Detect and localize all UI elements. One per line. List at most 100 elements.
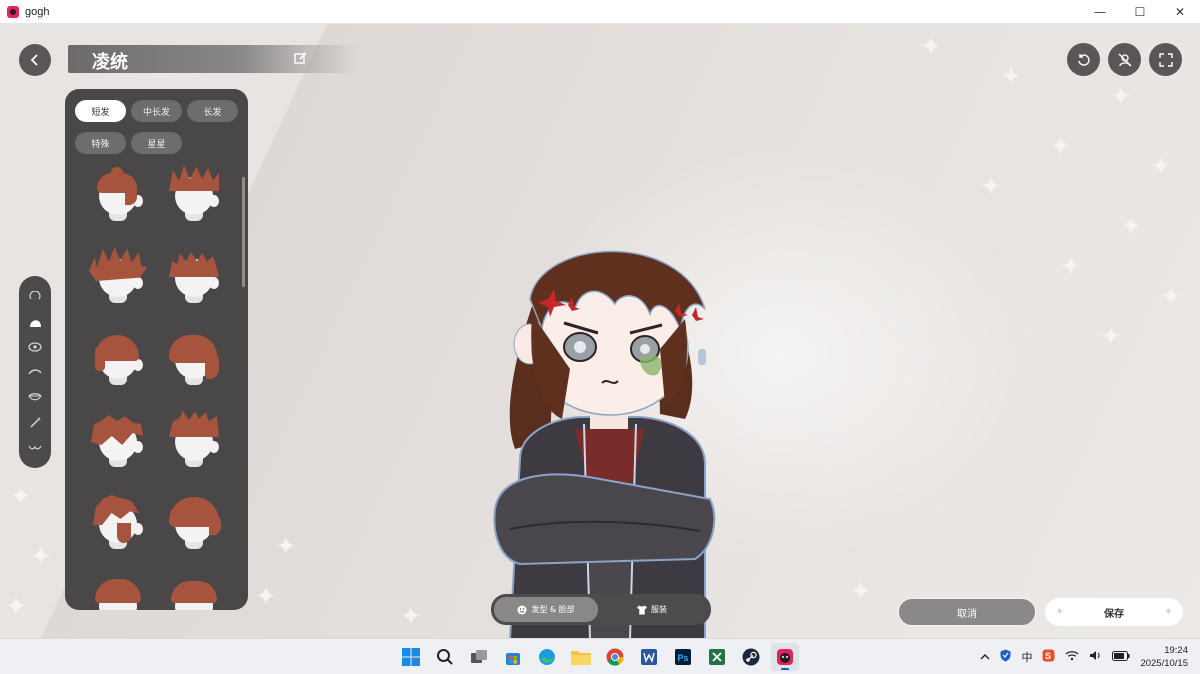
mouth-icon[interactable] (26, 388, 44, 406)
back-button[interactable] (19, 44, 51, 76)
windows-taskbar: Ps 中 S 19:24 2025/10/15 (0, 638, 1200, 674)
hairstyle-grid (81, 159, 233, 610)
sparkle-icon: ✦ (5, 592, 27, 622)
sparkle-icon: ✦ (275, 532, 297, 562)
hairstyle-option[interactable] (157, 487, 233, 563)
avatar-character[interactable] (480, 219, 740, 638)
system-tray: 中 S 19:24 2025/10/15 (980, 643, 1188, 671)
tab-clothing[interactable]: 服装 (598, 597, 706, 622)
clock-date: 2025/10/15 (1140, 658, 1188, 669)
undo-icon (1077, 53, 1090, 66)
hairstyle-panel: 短发 中长发 长发 特殊 星星 (65, 89, 248, 610)
sparkle-icon: ✦ (1163, 605, 1173, 618)
close-button[interactable]: ✕ (1160, 0, 1200, 24)
chrome-icon[interactable] (601, 643, 629, 671)
eyebrow-icon[interactable] (26, 363, 44, 381)
chevron-left-icon (30, 54, 38, 66)
excel-icon[interactable] (703, 643, 731, 671)
sparkle-icon: ✦ (400, 602, 422, 632)
sparkle-icon: ✦ (255, 582, 277, 612)
title-bar: gogh — ☐ ✕ (0, 0, 1200, 24)
cancel-button[interactable]: 取消 (898, 598, 1036, 626)
clock[interactable]: 19:24 2025/10/15 (1140, 644, 1188, 670)
sparkle-icon: ✦ (1120, 212, 1142, 242)
category-medium-hair[interactable]: 中长发 (131, 100, 182, 122)
app-logo-icon (7, 5, 19, 18)
edge-icon[interactable] (533, 643, 561, 671)
hairstyle-option[interactable] (81, 569, 157, 610)
tab-label: 发型 & 脸部 (531, 605, 575, 614)
store-icon[interactable] (499, 643, 527, 671)
search-icon[interactable] (431, 643, 459, 671)
svg-text:S: S (1045, 651, 1051, 661)
hair-rotate-icon[interactable] (26, 288, 44, 306)
face-icon (517, 605, 527, 615)
panel-scrollbar[interactable] (242, 177, 245, 287)
hairstyle-option[interactable] (81, 241, 157, 317)
category-special[interactable]: 特殊 (75, 132, 126, 154)
sparkle-icon: ✦ (1100, 322, 1122, 352)
tab-hair-and-face[interactable]: 发型 & 脸部 (494, 597, 598, 622)
hairstyle-option[interactable] (157, 241, 233, 317)
hairstyle-option[interactable] (157, 405, 233, 481)
hairstyle-option[interactable] (81, 323, 157, 399)
maximize-button[interactable]: ☐ (1120, 0, 1160, 24)
file-explorer-icon[interactable] (567, 643, 595, 671)
volume-icon[interactable] (1089, 650, 1102, 664)
hairstyle-option[interactable] (157, 159, 233, 235)
mustache-icon[interactable] (26, 438, 44, 456)
hairstyle-icon[interactable] (26, 313, 44, 331)
magic-wand-icon[interactable] (26, 413, 44, 431)
sparkle-icon: ✦ (1160, 282, 1182, 312)
shield-icon[interactable] (1000, 649, 1011, 665)
category-short-hair[interactable]: 短发 (75, 100, 126, 122)
fullscreen-icon (1158, 52, 1173, 67)
gogh-app-icon[interactable] (771, 643, 799, 671)
word-icon[interactable] (635, 643, 663, 671)
windows-start-icon[interactable] (397, 643, 425, 671)
shirt-icon (637, 604, 647, 615)
hairstyle-option[interactable] (81, 405, 157, 481)
hide-avatar-icon (1118, 53, 1131, 66)
task-view-icon[interactable] (465, 643, 493, 671)
tab-label: 服装 (651, 605, 667, 614)
sparkle-icon: ✦ (920, 32, 942, 62)
hairstyle-option[interactable] (157, 569, 233, 610)
sogou-icon[interactable]: S (1042, 649, 1055, 665)
window-title: gogh (25, 5, 50, 18)
sparkle-icon: ✦ (1055, 605, 1065, 618)
hairstyle-option[interactable] (81, 487, 157, 563)
sparkle-icon: ✦ (1000, 62, 1022, 92)
undo-button[interactable] (1067, 43, 1100, 76)
sparkle-icon: ✦ (10, 482, 32, 512)
photoshop-icon[interactable]: Ps (669, 643, 697, 671)
steam-icon[interactable] (737, 643, 765, 671)
feature-toolbar (19, 276, 51, 468)
save-button[interactable]: ✦ 保存 ✦ (1045, 598, 1183, 626)
category-long-hair[interactable]: 长发 (187, 100, 238, 122)
hairstyle-option[interactable] (157, 323, 233, 399)
chevron-up-icon[interactable] (980, 651, 990, 663)
sparkle-icon: ✦ (1110, 82, 1132, 112)
minimize-button[interactable]: — (1080, 0, 1120, 24)
sparkle-icon: ✦ (980, 172, 1002, 202)
sparkle-icon: ✦ (850, 577, 872, 607)
fullscreen-button[interactable] (1149, 43, 1182, 76)
category-star[interactable]: 星星 (131, 132, 182, 154)
edit-icon[interactable] (294, 50, 310, 66)
sparkle-icon: ✦ (30, 542, 52, 572)
eye-icon[interactable] (26, 338, 44, 356)
hide-avatar-button[interactable] (1108, 43, 1141, 76)
save-label: 保存 (1104, 608, 1124, 620)
svg-text:Ps: Ps (678, 653, 689, 663)
sparkle-icon: ✦ (1060, 252, 1082, 282)
character-name: 凌统 (92, 52, 128, 73)
sparkle-icon: ✦ (1150, 152, 1172, 182)
clock-time: 19:24 (1164, 645, 1188, 656)
battery-icon[interactable] (1112, 650, 1130, 664)
ime-indicator[interactable]: 中 (1021, 649, 1032, 665)
sparkle-icon: ✦ (1050, 132, 1072, 162)
wifi-icon[interactable] (1065, 650, 1079, 664)
avatar-editor-stage: ✦ ✦ ✦ ✦ ✦ ✦ ✦ ✦ ✦ ✦ ✦ ✦ ✦ ✦ ✦ ✦ ✦ 凌统 短发 … (0, 24, 1200, 638)
hairstyle-option[interactable] (81, 159, 157, 235)
